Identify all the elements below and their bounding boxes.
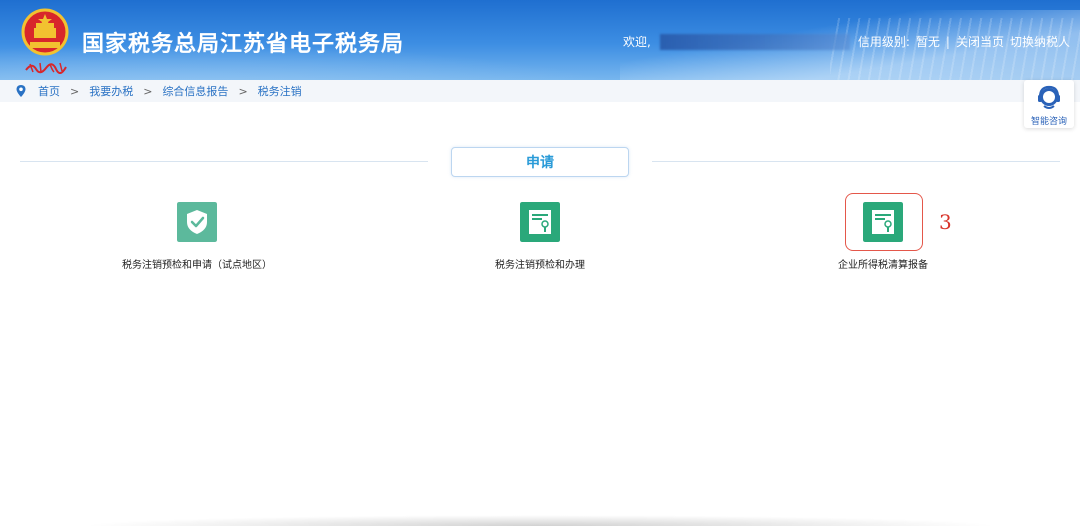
- breadcrumb-current: 税务注销: [257, 85, 302, 98]
- breadcrumb-home[interactable]: 首页: [38, 83, 60, 99]
- user-name-redacted: [660, 34, 850, 50]
- credit-level-label: 信用级别:: [857, 35, 910, 49]
- card-label: 税务注销预检和办理: [495, 260, 585, 271]
- welcome-text: 欢迎,: [623, 35, 651, 49]
- header-actions: 信用级别: 暂无 | 关闭当页 切换纳税人: [858, 33, 1070, 50]
- site-header: 国家税务总局江苏省电子税务局 欢迎, 信用级别: 暂无 | 关闭当页 切换纳税人: [0, 0, 1080, 80]
- national-emblem-icon: [21, 8, 69, 56]
- breadcrumb-info-report[interactable]: 综合信息报告: [162, 83, 228, 99]
- card-label: 企业所得税清算报备: [838, 260, 928, 271]
- credit-level-value: 暂无: [915, 35, 940, 49]
- bottom-shadow: [80, 515, 1000, 526]
- annotation-step-number: 3: [939, 210, 952, 234]
- section-divider-left: [20, 161, 428, 162]
- site-title: 国家税务总局江苏省电子税务局: [82, 32, 405, 57]
- smart-consult-button[interactable]: 智能咨询: [1024, 80, 1074, 128]
- certificate-icon: [520, 202, 560, 242]
- smart-consult-label: 智能咨询: [1030, 117, 1067, 127]
- switch-taxpayer-link[interactable]: 切换纳税人: [1010, 33, 1070, 50]
- headset-icon: [1038, 85, 1060, 109]
- section-divider-right: [652, 161, 1060, 162]
- header-separator: |: [945, 34, 950, 49]
- tax-logo-icon: [25, 62, 67, 74]
- section-title-apply: 申请: [451, 147, 629, 177]
- breadcrumb-tax-handling[interactable]: 我要办税: [89, 83, 133, 99]
- card-deregistration-precheck-apply[interactable]: 税务注销预检和申请（试点地区）: [87, 200, 307, 271]
- shield-check-icon: [177, 202, 217, 242]
- breadcrumb: 首页 > 我要办税 > 综合信息报告 > 税务注销: [0, 80, 1080, 102]
- card-label: 税务注销预检和申请（试点地区）: [122, 260, 272, 271]
- location-pin-icon: [16, 85, 26, 97]
- close-page-link[interactable]: 关闭当页: [956, 33, 1004, 50]
- card-deregistration-precheck-handle[interactable]: 税务注销预检和办理: [430, 200, 650, 271]
- annotation-highlight-box: [845, 193, 923, 251]
- breadcrumb-separator: >: [238, 84, 248, 98]
- breadcrumb-separator: >: [143, 84, 153, 98]
- breadcrumb-separator: >: [70, 84, 80, 98]
